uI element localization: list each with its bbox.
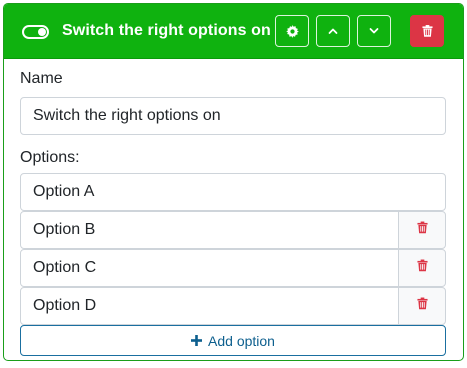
question-card: Switch the right options on Name Switch … (3, 3, 464, 361)
option-input[interactable]: Option C (20, 249, 399, 287)
delete-option-button[interactable] (398, 249, 446, 287)
delete-question-button[interactable] (410, 15, 444, 47)
trash-icon (421, 25, 433, 37)
delete-option-button[interactable] (398, 287, 446, 325)
option-row: Option D (20, 287, 446, 325)
move-down-button[interactable] (357, 15, 391, 47)
option-input[interactable]: Option B (20, 211, 399, 249)
option-input[interactable]: Option A (20, 173, 446, 211)
chevron-down-icon (369, 27, 379, 35)
trash-icon (416, 259, 428, 277)
option-input[interactable]: Option D (20, 287, 399, 325)
options-label: Options: (20, 149, 80, 166)
header-title: Switch the right options on (62, 22, 271, 39)
delete-option-button[interactable] (398, 211, 446, 249)
add-option-button[interactable]: Add option (20, 325, 446, 356)
option-row: Option B (20, 211, 446, 249)
toggle-knob (38, 28, 46, 36)
trash-icon (416, 221, 428, 239)
name-label: Name (20, 70, 63, 87)
enabled-toggle[interactable] (22, 25, 49, 39)
plus-icon (191, 333, 203, 349)
name-input[interactable]: Switch the right options on (20, 97, 446, 135)
trash-icon (416, 297, 428, 315)
settings-button[interactable] (275, 15, 309, 47)
chevron-up-icon (328, 27, 338, 35)
gear-icon (285, 24, 299, 38)
option-row: Option C (20, 249, 446, 287)
add-option-label: Add option (208, 332, 275, 349)
move-up-button[interactable] (316, 15, 350, 47)
card-header: Switch the right options on (4, 4, 463, 59)
